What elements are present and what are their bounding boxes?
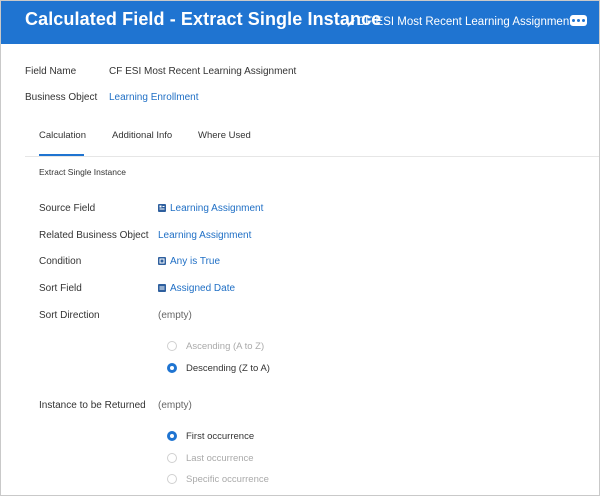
condition-label: Condition	[39, 256, 82, 267]
first-occurrence-label[interactable]: First occurrence	[186, 431, 254, 442]
instance-returned-label: Instance to be Returned	[39, 400, 146, 411]
tab-where-used[interactable]: Where Used	[198, 130, 251, 141]
section-title: Extract Single Instance	[39, 167, 126, 177]
instance-field-icon	[158, 204, 166, 212]
business-object-label: Business Object	[25, 92, 98, 103]
sort-direction-value: (empty)	[158, 310, 192, 321]
first-occurrence-radio[interactable]	[167, 431, 177, 441]
instance-returned-value: (empty)	[158, 400, 192, 411]
tab-bar: Calculation Additional Info Where Used	[1, 121, 599, 157]
source-field-link[interactable]: Learning Assignment	[170, 203, 263, 214]
page-title: Calculated Field - Extract Single Instan…	[25, 9, 382, 29]
more-icon-dot	[577, 19, 580, 22]
descending-label[interactable]: Descending (Z to A)	[186, 363, 270, 374]
descending-radio[interactable]	[167, 363, 177, 373]
related-business-object-label: Related Business Object	[39, 230, 149, 241]
condition-link[interactable]: Any is True	[170, 256, 220, 267]
field-name-label: Field Name	[25, 66, 77, 77]
calculated-field-window: Calculated Field - Extract Single Instan…	[0, 0, 600, 496]
tab-divider	[25, 156, 599, 157]
header-subtitle[interactable]: CF ESI Most Recent Learning Assignment	[346, 13, 572, 31]
boolean-field-icon	[158, 257, 166, 265]
sort-field-label: Sort Field	[39, 283, 82, 294]
last-occurrence-label[interactable]: Last occurrence	[186, 453, 254, 464]
date-field-icon	[158, 284, 166, 292]
ascending-radio[interactable]	[167, 341, 177, 351]
pencil-icon[interactable]	[346, 16, 356, 28]
page-header: Calculated Field - Extract Single Instan…	[1, 1, 599, 44]
tab-additional-info[interactable]: Additional Info	[112, 130, 172, 141]
condition-value[interactable]: Any is True	[158, 256, 220, 267]
related-business-object-link[interactable]: Learning Assignment	[158, 230, 251, 241]
sort-field-link[interactable]: Assigned Date	[170, 283, 235, 294]
business-object-link[interactable]: Learning Enrollment	[109, 92, 199, 103]
field-name-value: CF ESI Most Recent Learning Assignment	[109, 66, 297, 77]
tab-calculation[interactable]: Calculation	[39, 130, 86, 141]
sort-field-value[interactable]: Assigned Date	[158, 283, 235, 294]
source-field-value[interactable]: Learning Assignment	[158, 203, 263, 214]
specific-occurrence-label[interactable]: Specific occurrence	[186, 474, 269, 485]
sort-direction-label: Sort Direction	[39, 310, 100, 321]
last-occurrence-radio[interactable]	[167, 453, 177, 463]
source-field-label: Source Field	[39, 203, 96, 214]
more-actions-button[interactable]	[570, 15, 587, 26]
more-icon-dot	[582, 19, 585, 22]
ascending-label[interactable]: Ascending (A to Z)	[186, 341, 264, 352]
more-icon	[572, 19, 575, 22]
specific-occurrence-radio[interactable]	[167, 474, 177, 484]
field-name-subtitle[interactable]: CF ESI Most Recent Learning Assignment	[357, 16, 572, 28]
